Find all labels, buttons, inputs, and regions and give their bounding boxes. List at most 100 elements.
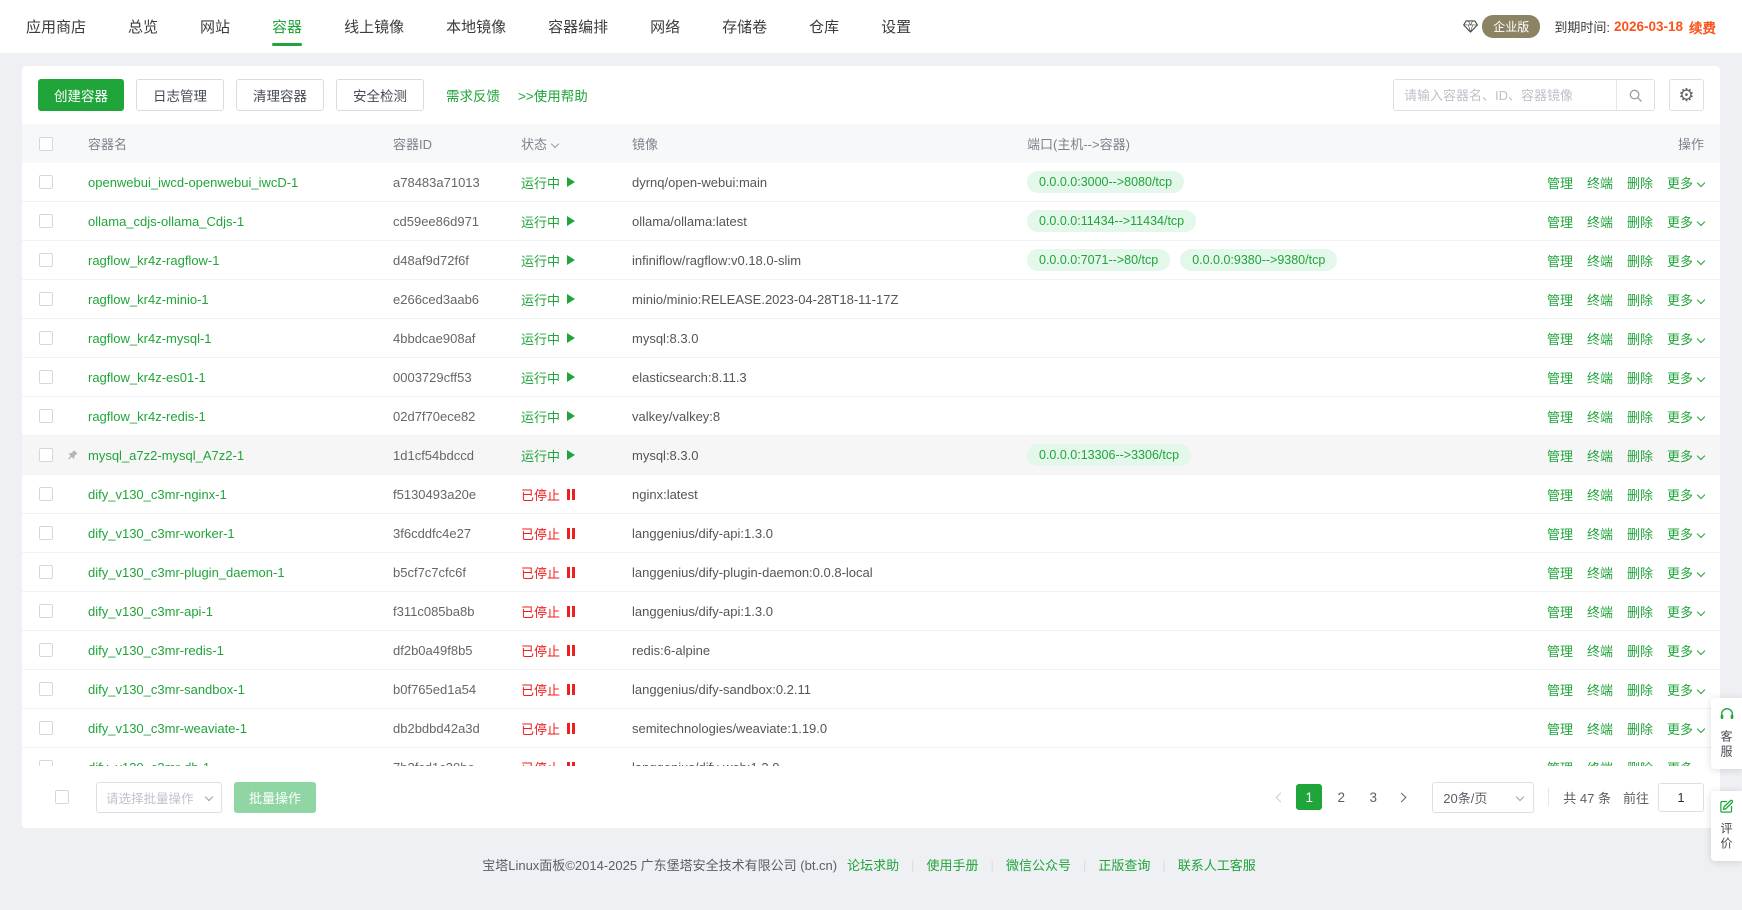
row-action-manage[interactable]: 管理 [1547, 251, 1573, 270]
container-name-link[interactable]: ragflow_kr4z-es01-1 [88, 370, 393, 385]
container-name-link[interactable]: dify_v130_c3mr-redis-1 [88, 643, 393, 658]
container-name-link[interactable]: ragflow_kr4z-mysql-1 [88, 331, 393, 346]
page-number-3[interactable]: 3 [1360, 784, 1386, 810]
container-name-link[interactable]: ragflow_kr4z-minio-1 [88, 292, 393, 307]
row-action-terminal[interactable]: 终端 [1587, 758, 1613, 767]
nav-item-network[interactable]: 网络 [650, 0, 680, 53]
container-name-link[interactable]: dify_v130_c3mr-nginx-1 [88, 487, 393, 502]
header-status-filter[interactable]: 状态 [521, 134, 632, 153]
row-action-more[interactable]: 更多 [1667, 368, 1704, 387]
container-name-link[interactable]: dify_v130_c3mr-weaviate-1 [88, 721, 393, 736]
row-action-manage[interactable]: 管理 [1547, 368, 1573, 387]
footer-link-genuine-check[interactable]: 正版查询 [1098, 858, 1150, 873]
footer-link-wechat[interactable]: 微信公众号 [1006, 858, 1071, 873]
row-action-delete[interactable]: 删除 [1627, 212, 1653, 231]
row-action-delete[interactable]: 删除 [1627, 485, 1653, 504]
row-action-delete[interactable]: 删除 [1627, 290, 1653, 309]
row-action-terminal[interactable]: 终端 [1587, 368, 1613, 387]
row-checkbox[interactable] [39, 331, 53, 345]
footer-link-contact-support[interactable]: 联系人工客服 [1178, 858, 1256, 873]
row-action-more[interactable]: 更多 [1667, 641, 1704, 660]
row-action-delete[interactable]: 删除 [1627, 368, 1653, 387]
row-action-manage[interactable]: 管理 [1547, 290, 1573, 309]
row-action-manage[interactable]: 管理 [1547, 485, 1573, 504]
security-check-button[interactable]: 安全检测 [336, 79, 424, 111]
row-action-terminal[interactable]: 终端 [1587, 485, 1613, 504]
row-action-more[interactable]: 更多 [1667, 251, 1704, 270]
row-action-delete[interactable]: 删除 [1627, 602, 1653, 621]
row-checkbox[interactable] [39, 487, 53, 501]
row-checkbox[interactable] [39, 643, 53, 657]
row-action-terminal[interactable]: 终端 [1587, 407, 1613, 426]
row-action-manage[interactable]: 管理 [1547, 173, 1573, 192]
bottom-select-all-checkbox[interactable] [55, 790, 69, 804]
row-action-manage[interactable]: 管理 [1547, 446, 1573, 465]
footer-link-manual[interactable]: 使用手册 [927, 858, 979, 873]
row-action-manage[interactable]: 管理 [1547, 329, 1573, 348]
row-action-manage[interactable]: 管理 [1547, 524, 1573, 543]
row-action-delete[interactable]: 删除 [1627, 329, 1653, 348]
row-action-terminal[interactable]: 终端 [1587, 680, 1613, 699]
help-link[interactable]: >>使用帮助 [518, 85, 588, 105]
row-action-manage[interactable]: 管理 [1547, 719, 1573, 738]
row-action-delete[interactable]: 删除 [1627, 563, 1653, 582]
row-action-more[interactable]: 更多 [1667, 485, 1704, 504]
nav-item-online-images[interactable]: 线上镜像 [344, 0, 404, 53]
row-checkbox[interactable] [39, 604, 53, 618]
customer-service-widget[interactable]: 客服 [1711, 698, 1742, 769]
select-all-checkbox[interactable] [39, 137, 53, 151]
gear-icon[interactable]: ⚙ [1669, 79, 1704, 111]
row-action-delete[interactable]: 删除 [1627, 758, 1653, 767]
row-action-delete[interactable]: 删除 [1627, 524, 1653, 543]
row-action-more[interactable]: 更多 [1667, 758, 1704, 767]
batch-operation-button[interactable]: 批量操作 [234, 782, 316, 813]
container-name-link[interactable]: dify_v130_c3mr-sandbox-1 [88, 682, 393, 697]
row-action-terminal[interactable]: 终端 [1587, 173, 1613, 192]
container-name-link[interactable]: dify_v130_c3mr-plugin_daemon-1 [88, 565, 393, 580]
row-action-manage[interactable]: 管理 [1547, 680, 1573, 699]
goto-page-input[interactable] [1658, 783, 1704, 812]
row-action-delete[interactable]: 删除 [1627, 680, 1653, 699]
page-number-2[interactable]: 2 [1328, 784, 1354, 810]
nav-item-repository[interactable]: 仓库 [809, 0, 839, 53]
page-size-select[interactable]: 20条/页 [1432, 782, 1534, 813]
row-checkbox[interactable] [39, 409, 53, 423]
row-action-delete[interactable]: 删除 [1627, 641, 1653, 660]
row-checkbox[interactable] [39, 682, 53, 696]
feedback-link[interactable]: 需求反馈 [446, 85, 500, 105]
row-checkbox[interactable] [39, 292, 53, 306]
container-name-link[interactable]: ragflow_kr4z-redis-1 [88, 409, 393, 424]
log-manage-button[interactable]: 日志管理 [136, 79, 224, 111]
row-action-manage[interactable]: 管理 [1547, 563, 1573, 582]
prev-page-button[interactable] [1266, 784, 1292, 810]
row-action-terminal[interactable]: 终端 [1587, 251, 1613, 270]
row-checkbox[interactable] [39, 448, 53, 462]
row-action-terminal[interactable]: 终端 [1587, 641, 1613, 660]
row-checkbox[interactable] [39, 721, 53, 735]
container-name-link[interactable]: dify_v130_c3mr-api-1 [88, 604, 393, 619]
container-name-link[interactable]: openwebui_iwcd-openwebui_iwcD-1 [88, 175, 393, 190]
row-checkbox[interactable] [39, 214, 53, 228]
row-action-more[interactable]: 更多 [1667, 173, 1704, 192]
row-action-more[interactable]: 更多 [1667, 563, 1704, 582]
row-action-more[interactable]: 更多 [1667, 719, 1704, 738]
row-action-delete[interactable]: 删除 [1627, 719, 1653, 738]
footer-link-forum-help[interactable]: 论坛求助 [847, 858, 899, 873]
container-name-link[interactable]: mysql_a7z2-mysql_A7z2-1 [88, 448, 393, 463]
row-action-manage[interactable]: 管理 [1547, 758, 1573, 767]
row-action-terminal[interactable]: 终端 [1587, 602, 1613, 621]
nav-item-volumes[interactable]: 存储卷 [722, 0, 767, 53]
row-action-manage[interactable]: 管理 [1547, 602, 1573, 621]
row-action-terminal[interactable]: 终端 [1587, 524, 1613, 543]
renew-link[interactable]: 续费 [1689, 17, 1716, 37]
row-action-terminal[interactable]: 终端 [1587, 212, 1613, 231]
batch-operation-select[interactable]: 请选择批量操作 [96, 782, 222, 813]
nav-item-local-images[interactable]: 本地镜像 [446, 0, 506, 53]
row-action-more[interactable]: 更多 [1667, 602, 1704, 621]
clean-container-button[interactable]: 清理容器 [236, 79, 324, 111]
search-icon[interactable] [1616, 80, 1654, 110]
row-action-more[interactable]: 更多 [1667, 407, 1704, 426]
nav-item-settings[interactable]: 设置 [881, 0, 911, 53]
row-action-terminal[interactable]: 终端 [1587, 563, 1613, 582]
row-action-more[interactable]: 更多 [1667, 212, 1704, 231]
